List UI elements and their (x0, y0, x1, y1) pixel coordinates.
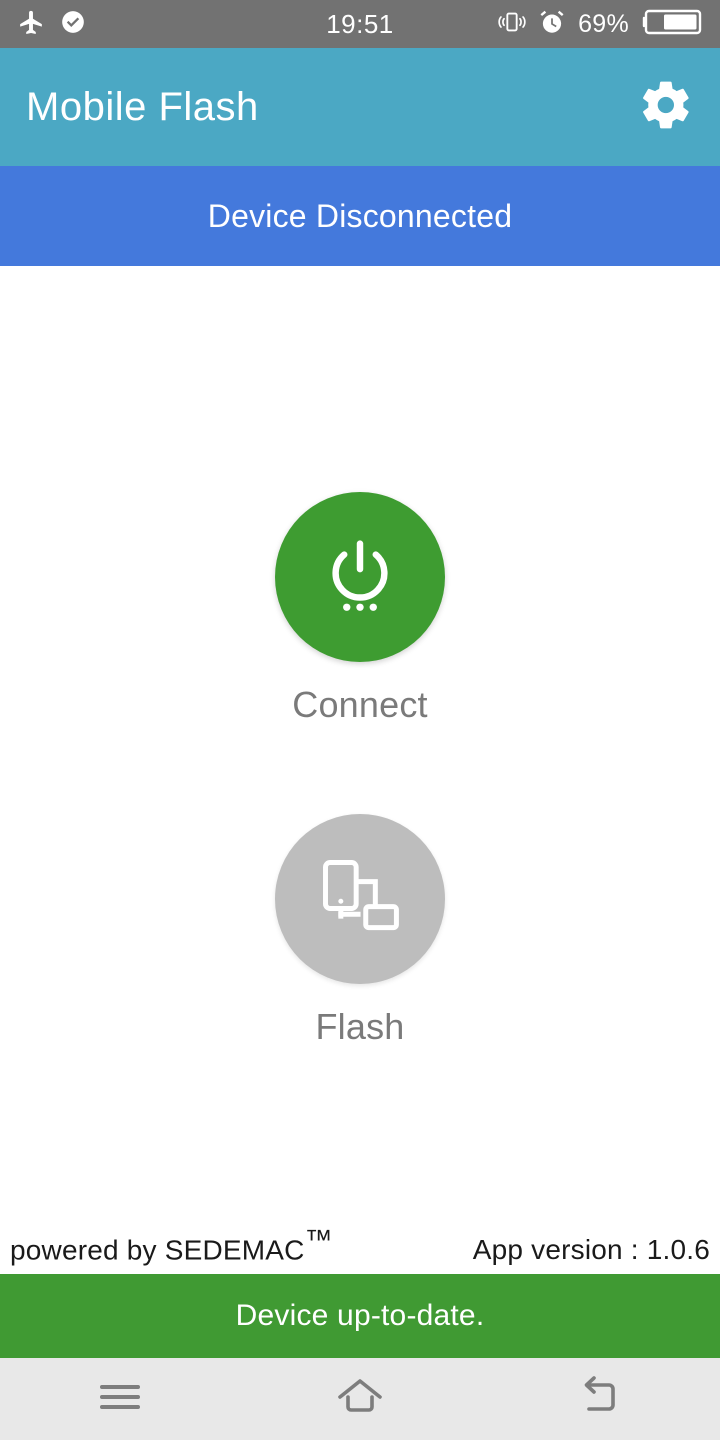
status-bar-right-icons: 69% (498, 8, 702, 41)
flash-label: Flash (315, 1006, 405, 1047)
nav-recents-button[interactable] (0, 1358, 240, 1440)
device-transfer-icon (314, 851, 406, 948)
page-title: Mobile Flash (26, 84, 259, 129)
app-screen: 19:51 69% Mobile Flash Device Disconnect… (0, 0, 720, 1440)
update-status-banner: Device up-to-date. (0, 1274, 720, 1358)
app-version-label: App version : 1.0.6 (472, 1234, 710, 1265)
airplane-mode-icon (18, 9, 44, 40)
update-status-text: Device up-to-date. (235, 1299, 485, 1332)
menu-icon[interactable] (97, 1380, 143, 1419)
connection-status-banner: Device Disconnected (0, 166, 720, 266)
power-icon (317, 532, 403, 623)
home-icon[interactable] (335, 1375, 385, 1424)
connection-status-text: Device Disconnected (207, 197, 513, 234)
alarm-icon (539, 9, 565, 40)
trademark-symbol: ™ (304, 1223, 333, 1255)
android-nav-bar (0, 1358, 720, 1440)
vibrate-icon (498, 9, 526, 40)
check-circle-icon (60, 9, 86, 40)
connect-action: Connect (275, 492, 445, 726)
status-bar-left-icons (18, 9, 86, 40)
connect-label: Connect (292, 684, 428, 725)
footer: powered by SEDEMAC™ App version : 1.0.6 (0, 1224, 720, 1266)
status-bar: 19:51 69% (0, 0, 720, 48)
battery-percent-label: 69% (578, 9, 629, 38)
connect-button[interactable] (275, 492, 445, 662)
main-content: Connect Flash powered by SEDEMAC™ App ve… (0, 266, 720, 1274)
battery-icon (642, 8, 702, 41)
back-icon[interactable] (577, 1375, 623, 1424)
app-bar: Mobile Flash (0, 48, 720, 166)
flash-action: Flash (275, 814, 445, 1048)
nav-back-button[interactable] (480, 1358, 720, 1440)
flash-button[interactable] (275, 814, 445, 984)
powered-by-label: powered by SEDEMAC™ (10, 1223, 333, 1265)
gear-icon[interactable] (638, 77, 694, 138)
settings-button[interactable] (638, 77, 694, 138)
nav-home-button[interactable] (240, 1358, 480, 1440)
